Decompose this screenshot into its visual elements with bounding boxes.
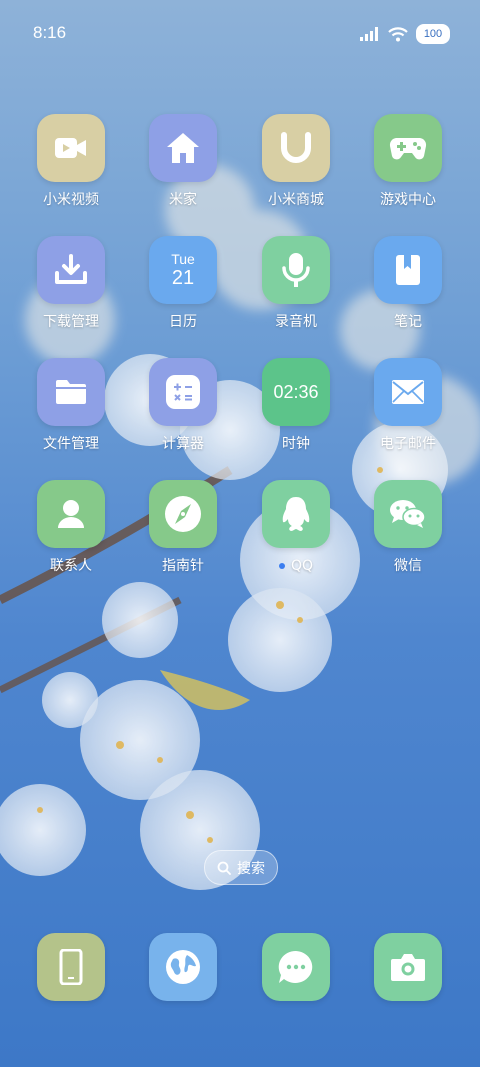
app-clock[interactable]: 02:36 时钟 <box>246 358 346 453</box>
dock-browser[interactable] <box>133 933 233 1001</box>
app-label: 微信 <box>394 558 422 574</box>
app-download-manager[interactable]: 下载管理 <box>21 236 121 331</box>
app-contacts[interactable]: 联系人 <box>21 480 121 575</box>
dock-messages[interactable] <box>246 933 346 1001</box>
search-label: 搜索 <box>237 860 265 877</box>
battery-indicator: 100 <box>416 24 450 44</box>
app-mi-video[interactable]: 小米视频 <box>21 114 121 209</box>
app-game-center[interactable]: 游戏中心 <box>358 114 458 209</box>
app-qq[interactable]: QQ <box>246 480 346 575</box>
app-label: 电子邮件 <box>380 436 436 452</box>
app-label: 时钟 <box>282 436 310 452</box>
messages-icon <box>262 933 330 1001</box>
app-recorder[interactable]: 录音机 <box>246 236 346 331</box>
folder-icon <box>37 358 105 426</box>
app-label: 计算器 <box>162 436 204 452</box>
app-label: 笔记 <box>394 314 422 330</box>
camera-icon <box>374 933 442 1001</box>
app-label: 下载管理 <box>43 314 99 330</box>
notebook-icon <box>374 236 442 304</box>
status-time: 8:16 <box>33 23 67 42</box>
calculator-icon <box>149 358 217 426</box>
app-wechat[interactable]: 微信 <box>358 480 458 575</box>
app-notes[interactable]: 笔记 <box>358 236 458 331</box>
compass-icon <box>149 480 217 548</box>
search-button[interactable]: 搜索 <box>204 850 278 885</box>
app-label: 文件管理 <box>43 436 99 452</box>
app-label-text: QQ <box>290 558 314 574</box>
mail-icon <box>374 358 442 426</box>
gamepad-icon <box>374 114 442 182</box>
app-label: 小米视频 <box>43 192 99 208</box>
browser-globe-icon <box>149 933 217 1001</box>
home-icon <box>149 114 217 182</box>
app-label: 小米商城 <box>268 192 324 208</box>
app-label: 日历 <box>169 314 197 330</box>
app-label: QQ <box>246 557 346 575</box>
calendar-date: 21 <box>171 267 195 289</box>
app-label: 米家 <box>169 192 197 208</box>
app-file-manager[interactable]: 文件管理 <box>21 358 121 453</box>
app-compass[interactable]: 指南针 <box>133 480 233 575</box>
clock-time: 02:36 <box>273 381 319 402</box>
app-mijia[interactable]: 米家 <box>133 114 233 209</box>
calendar-icon: Tue 21 <box>149 236 217 304</box>
video-camera-icon <box>37 114 105 182</box>
app-label: 指南针 <box>162 558 204 574</box>
app-mi-store[interactable]: 小米商城 <box>246 114 346 209</box>
calendar-weekday: Tue <box>171 251 195 267</box>
wechat-icon <box>374 480 442 548</box>
phone-icon <box>37 933 105 1001</box>
microphone-icon <box>262 236 330 304</box>
app-label: 游戏中心 <box>380 192 436 208</box>
app-calendar[interactable]: Tue 21 日历 <box>133 236 233 331</box>
dock-camera[interactable] <box>358 933 458 1001</box>
app-email[interactable]: 电子邮件 <box>358 358 458 453</box>
wifi-icon <box>388 26 408 41</box>
new-install-dot <box>278 563 285 569</box>
contact-icon <box>37 480 105 548</box>
mi-store-icon <box>262 114 330 182</box>
download-icon <box>37 236 105 304</box>
dock-phone[interactable] <box>21 933 121 1001</box>
app-calculator[interactable]: 计算器 <box>133 358 233 453</box>
penguin-icon <box>262 480 330 548</box>
search-icon <box>217 861 231 875</box>
status-icons: 100 <box>360 24 450 44</box>
clock-icon: 02:36 <box>262 358 330 426</box>
app-label: 联系人 <box>50 558 92 574</box>
signal-icon <box>360 27 378 41</box>
status-bar: 8:16 100 <box>0 0 480 68</box>
app-label: 录音机 <box>275 314 317 330</box>
